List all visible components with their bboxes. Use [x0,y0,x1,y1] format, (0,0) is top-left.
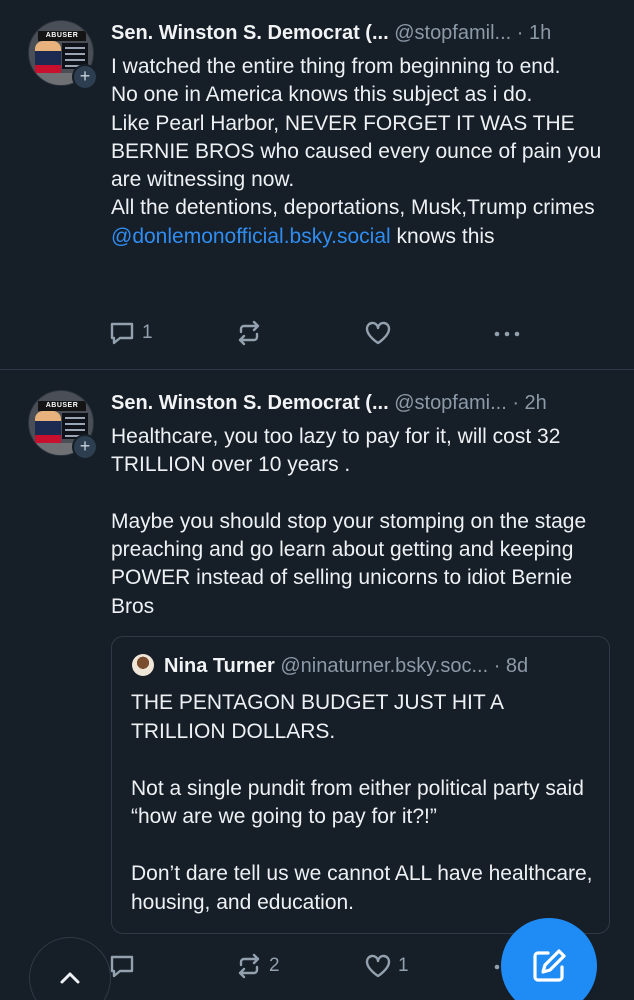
like-count: 1 [398,955,409,976]
speech-bubble-icon [110,955,134,978]
post-line: All the detentions, deportations, Musk,T… [111,196,595,220]
post-timestamp[interactable]: · 1h [517,22,551,44]
mention-suffix: knows this [390,224,495,248]
quoted-author-avatar [132,654,154,676]
repost-arrows-icon [238,320,260,346]
author-display-name[interactable]: Sen. Winston S. Democrat (... [111,22,389,44]
heart-icon [365,321,391,345]
post[interactable]: ABUSER + Sen. Winston S. Democrat (... @… [0,371,634,1000]
like-button[interactable]: 1 [364,946,409,986]
post-line: I watched the entire thing from beginnin… [111,55,561,78]
quoted-paragraph: THE PENTAGON BUDGET JUST HIT A TRILLION … [131,691,503,743]
reply-button[interactable]: 1 [108,313,153,353]
post-line: Like Pearl Harbor, NEVER FORGET IT WAS T… [111,111,602,192]
speech-bubble-icon [110,322,134,345]
quoted-post-header: Nina Turner @ninaturner.bsky.soc... · 8d [132,653,595,679]
author-handle[interactable]: @stopfamil... [394,22,511,44]
post-header: Sen. Winston S. Democrat (... @stopfamil… [111,20,610,46]
post[interactable]: ABUSER + Sen. Winston S. Democrat (... @… [0,0,634,370]
follow-plus-icon[interactable]: + [72,64,98,90]
post-paragraph: Healthcare, you too lazy to pay for it, … [111,425,561,477]
feed: ABUSER + Sen. Winston S. Democrat (... @… [0,0,634,1000]
quoted-paragraph: Not a single pundit from either politica… [131,776,584,829]
avatar[interactable]: ABUSER + [28,390,98,460]
repost-count: 2 [269,955,280,976]
post-timestamp[interactable]: · 2h [512,392,546,414]
author-handle[interactable]: @stopfami... [394,392,507,414]
avatar-banner-text: ABUSER [38,401,86,411]
repost-arrows-icon [238,953,260,979]
reply-count: 1 [142,322,153,343]
post-paragraph: Maybe you should stop your stomping on t… [111,509,587,618]
quoted-paragraph: Don’t dare tell us we cannot ALL have he… [131,862,593,914]
avatar-banner-text: ABUSER [38,31,86,41]
quoted-post-timestamp: · 8d [493,655,529,677]
quoted-post[interactable]: Nina Turner @ninaturner.bsky.soc... · 8d… [111,636,610,934]
ellipsis-icon [494,331,520,337]
repost-button[interactable]: 2 [235,946,280,986]
quoted-author-handle: @ninaturner.bsky.soc... [280,655,489,677]
repost-button[interactable] [235,313,269,353]
compose-pencil-icon [533,949,566,982]
quoted-post-text: THE PENTAGON BUDGET JUST HIT A TRILLION … [131,689,593,917]
more-options-button[interactable] [492,313,522,353]
like-button[interactable] [364,313,398,353]
mention-link[interactable]: @donlemonofficial.bsky.social [111,225,391,248]
post-line: No one in America knows this subject as … [111,83,533,107]
post-text: I watched the entire thing from beginnin… [111,53,612,251]
post-line: @donlemonofficial.bsky.social knows this [111,223,612,251]
heart-icon [365,954,391,978]
author-display-name[interactable]: Sen. Winston S. Democrat (... [111,392,389,414]
chevron-up-icon [60,972,80,984]
quoted-author-display-name: Nina Turner [164,655,275,677]
post-actions: 1 [0,313,634,353]
avatar[interactable]: ABUSER + [28,20,98,90]
follow-plus-icon[interactable]: + [72,434,98,460]
reply-button[interactable] [108,946,142,986]
post-text: Healthcare, you too lazy to pay for it, … [111,423,612,621]
post-header: Sen. Winston S. Democrat (... @stopfami.… [111,390,610,416]
